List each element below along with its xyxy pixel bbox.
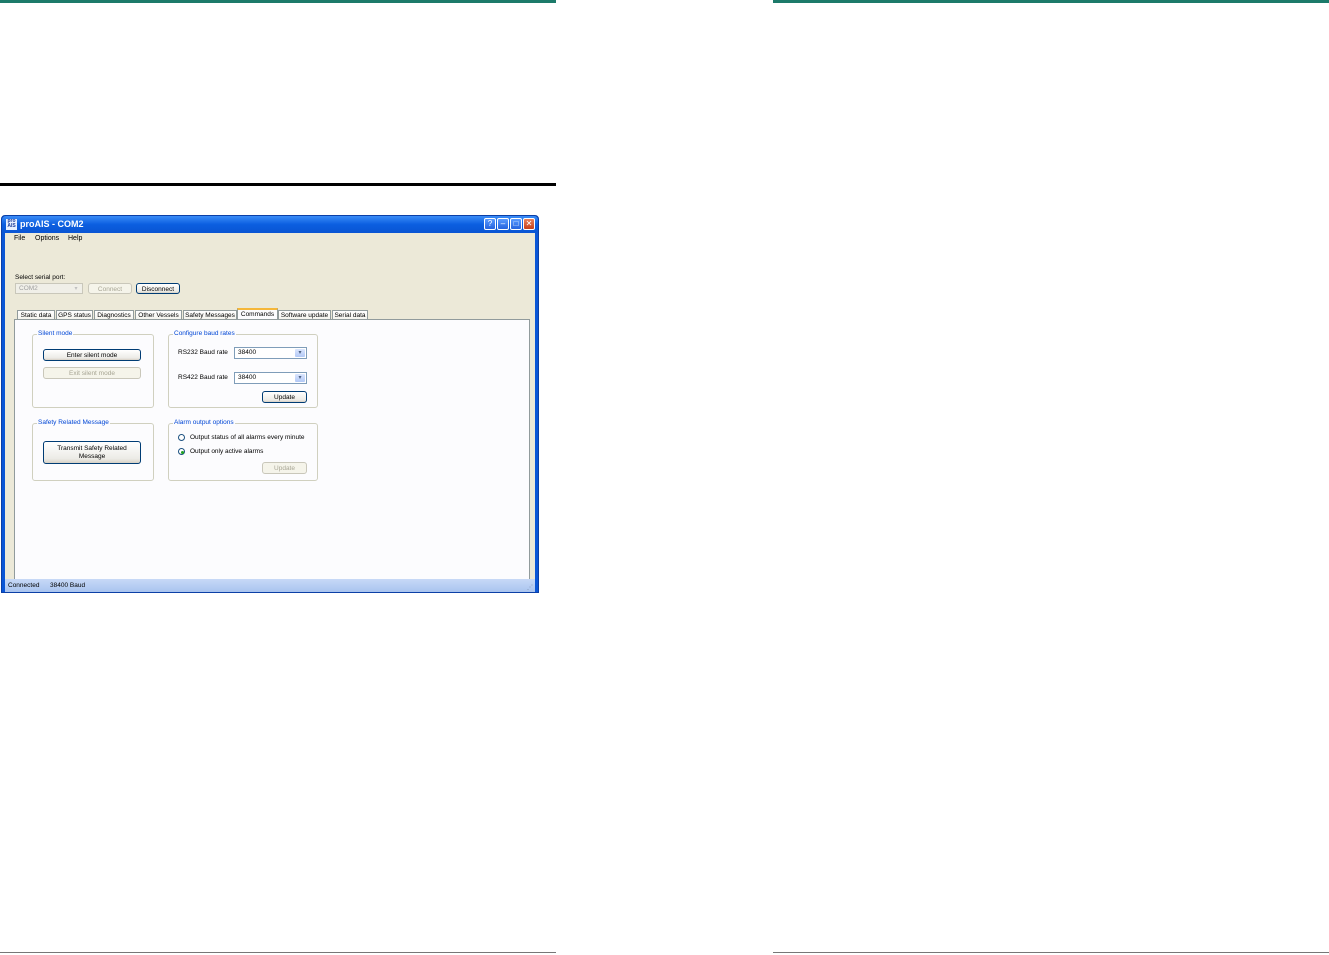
safety-message-title: Safety Related Message	[37, 419, 110, 426]
serial-port-label: Select serial port:	[15, 274, 66, 281]
chevron-down-icon: ▾	[295, 349, 305, 357]
baud-update-button[interactable]: Update	[262, 391, 307, 403]
top-rule-left	[0, 0, 556, 3]
alarm-options-group: Alarm output options Output status of al…	[168, 419, 318, 481]
transmit-label-line1: Transmit Safety Related	[57, 445, 127, 452]
section-divider	[0, 183, 556, 186]
minimize-icon[interactable]: –	[497, 218, 509, 230]
transmit-safety-message-button[interactable]: Transmit Safety Related Message	[43, 441, 141, 464]
chevron-down-icon: ▾	[295, 374, 305, 382]
menu-file[interactable]: File	[14, 235, 25, 242]
close-icon[interactable]: ✕	[523, 218, 535, 230]
connection-status: Connected	[8, 582, 40, 589]
alarm-all-label[interactable]: Output status of all alarms every minute	[190, 434, 305, 441]
menu-help[interactable]: Help	[68, 235, 82, 242]
silent-mode-group: Silent mode Enter silent mode Exit silen…	[32, 330, 154, 408]
app-icon: pro AIS	[6, 218, 17, 230]
bottom-rule-left	[0, 952, 556, 953]
maximize-icon[interactable]: □	[510, 218, 522, 230]
alarm-all-radio[interactable]	[178, 434, 185, 441]
exit-silent-mode-button[interactable]: Exit silent mode	[43, 367, 141, 379]
window-client: File Options Help Select serial port: CO…	[5, 233, 535, 592]
app-window: pro AIS proAIS - COM2 ? – □ ✕ File Optio…	[1, 215, 539, 593]
baud-rates-title: Configure baud rates	[173, 330, 236, 337]
silent-mode-title: Silent mode	[37, 330, 74, 337]
bottom-rule-right	[773, 952, 1329, 953]
menu-bar: File Options Help	[5, 233, 535, 245]
rs232-baud-select[interactable]: 38400 ▾	[234, 347, 307, 359]
serial-port-value: COM2	[19, 285, 38, 292]
rs422-baud-value: 38400	[238, 374, 257, 381]
baud-status: 38400 Baud	[50, 582, 86, 589]
resize-grip-icon[interactable]: ⋰	[527, 584, 533, 591]
window-title: proAIS - COM2	[20, 219, 84, 229]
help-window-icon[interactable]: ?	[484, 218, 496, 230]
rs232-baud-value: 38400	[238, 349, 257, 356]
commands-panel: Silent mode Enter silent mode Exit silen…	[14, 319, 530, 585]
transmit-label-line2: Message	[78, 453, 106, 460]
menu-options[interactable]: Options	[35, 235, 59, 242]
rs422-baud-select[interactable]: 38400 ▾	[234, 372, 307, 384]
rs422-label: RS422 Baud rate	[178, 374, 228, 381]
alarm-active-radio[interactable]	[178, 448, 185, 455]
alarm-options-title: Alarm output options	[173, 419, 235, 426]
alarm-update-button[interactable]: Update	[262, 462, 307, 474]
alarm-active-label[interactable]: Output only active alarms	[190, 448, 263, 455]
baud-rates-group: Configure baud rates RS232 Baud rate 384…	[168, 330, 318, 408]
status-bar: Connected 38400 Baud ⋰	[5, 579, 535, 592]
title-bar[interactable]: pro AIS proAIS - COM2 ? – □ ✕	[2, 216, 538, 233]
connect-button[interactable]: Connect	[88, 283, 132, 294]
enter-silent-mode-button[interactable]: Enter silent mode	[43, 349, 141, 361]
top-rule-right	[773, 0, 1329, 3]
disconnect-button[interactable]: Disconnect	[136, 283, 180, 294]
chevron-down-icon: ▾	[71, 285, 81, 292]
rs232-label: RS232 Baud rate	[178, 349, 228, 356]
safety-message-group: Safety Related Message Transmit Safety R…	[32, 419, 154, 481]
serial-port-select[interactable]: COM2 ▾	[15, 283, 83, 294]
